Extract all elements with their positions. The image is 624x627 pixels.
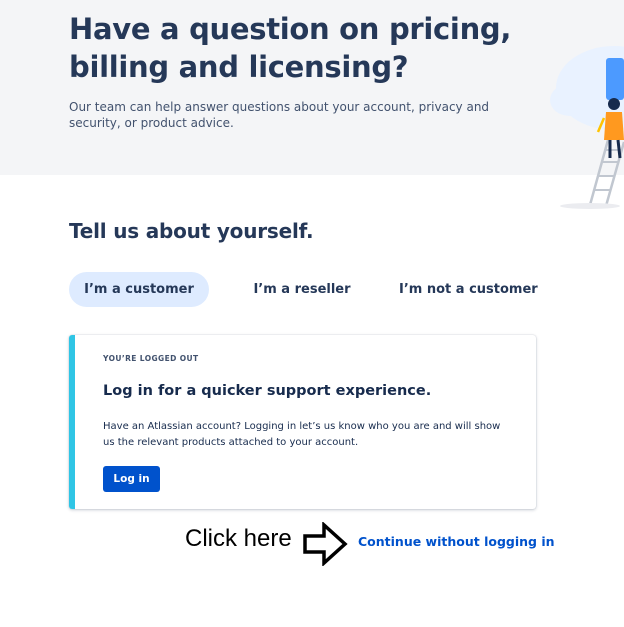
hero-title-line-1: Have a question on pricing,	[69, 12, 512, 46]
login-card: YOU’RE LOGGED OUT Log in for a quicker s…	[69, 335, 536, 509]
tab-reseller[interactable]: I’m a reseller	[252, 272, 352, 307]
hero-title-line-2: billing and licensing?	[69, 50, 409, 84]
login-card-title: Log in for a quicker support experience.	[103, 383, 432, 399]
card-accent-bar	[69, 335, 75, 509]
ladder-illustration	[550, 46, 624, 209]
continue-without-login-link[interactable]: Continue without logging in	[358, 534, 555, 549]
hero-banner: Have a question on pricing, billing and …	[0, 0, 624, 209]
hero-title: Have a question on pricing, billing and …	[69, 10, 511, 86]
section-title: Tell us about yourself.	[69, 219, 314, 243]
login-card-body: Have an Atlassian account? Logging in le…	[103, 421, 501, 448]
arrow-right-icon	[303, 522, 348, 566]
logged-out-label: YOU’RE LOGGED OUT	[103, 354, 199, 363]
click-here-annotation: Click here	[185, 525, 292, 552]
hero-subtitle: Our team can help answer questions about…	[69, 100, 490, 130]
tab-customer[interactable]: I’m a customer	[69, 272, 209, 307]
login-button[interactable]: Log in	[103, 466, 160, 492]
tab-not-customer[interactable]: I’m not a customer	[399, 272, 538, 307]
